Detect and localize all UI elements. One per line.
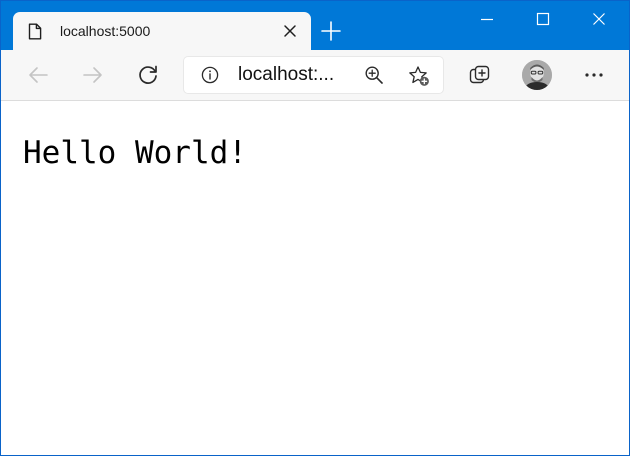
forward-button[interactable] bbox=[81, 63, 105, 87]
maximize-button[interactable] bbox=[515, 1, 571, 37]
zoom-icon[interactable] bbox=[364, 65, 384, 85]
url-text[interactable]: localhost:... bbox=[238, 64, 334, 86]
browser-window: localhost:5000 localhost:... Hello World… bbox=[0, 0, 630, 456]
more-options-button[interactable] bbox=[583, 64, 605, 86]
page-text: Hello World! bbox=[23, 135, 247, 171]
plus-icon[interactable] bbox=[320, 20, 342, 42]
tab-title: localhost:5000 bbox=[60, 23, 151, 39]
back-button[interactable] bbox=[26, 63, 50, 87]
more-options-icon bbox=[585, 73, 603, 77]
maximize-icon bbox=[536, 12, 550, 26]
forward-arrow-icon bbox=[83, 67, 102, 83]
minimize-icon bbox=[481, 18, 493, 21]
collections-icon bbox=[469, 65, 490, 84]
info-icon[interactable] bbox=[201, 66, 219, 84]
minimize-button[interactable] bbox=[459, 1, 515, 37]
toolbar: localhost:... bbox=[1, 50, 629, 101]
avatar-image bbox=[522, 60, 552, 90]
page-icon bbox=[28, 23, 42, 40]
address-bar[interactable]: localhost:... bbox=[184, 57, 443, 93]
page-viewport: Hello World! bbox=[1, 101, 629, 455]
window-close-button[interactable] bbox=[571, 1, 627, 37]
refresh-icon bbox=[139, 65, 157, 84]
collections-button[interactable] bbox=[469, 64, 491, 86]
profile-avatar[interactable] bbox=[522, 60, 552, 90]
tab-localhost[interactable]: localhost:5000 bbox=[13, 12, 311, 50]
title-bar: localhost:5000 bbox=[1, 1, 629, 50]
refresh-button[interactable] bbox=[136, 63, 160, 87]
add-favorite-icon[interactable] bbox=[408, 65, 430, 87]
close-icon bbox=[593, 13, 605, 25]
close-icon[interactable] bbox=[283, 24, 297, 38]
back-arrow-icon bbox=[29, 67, 48, 83]
